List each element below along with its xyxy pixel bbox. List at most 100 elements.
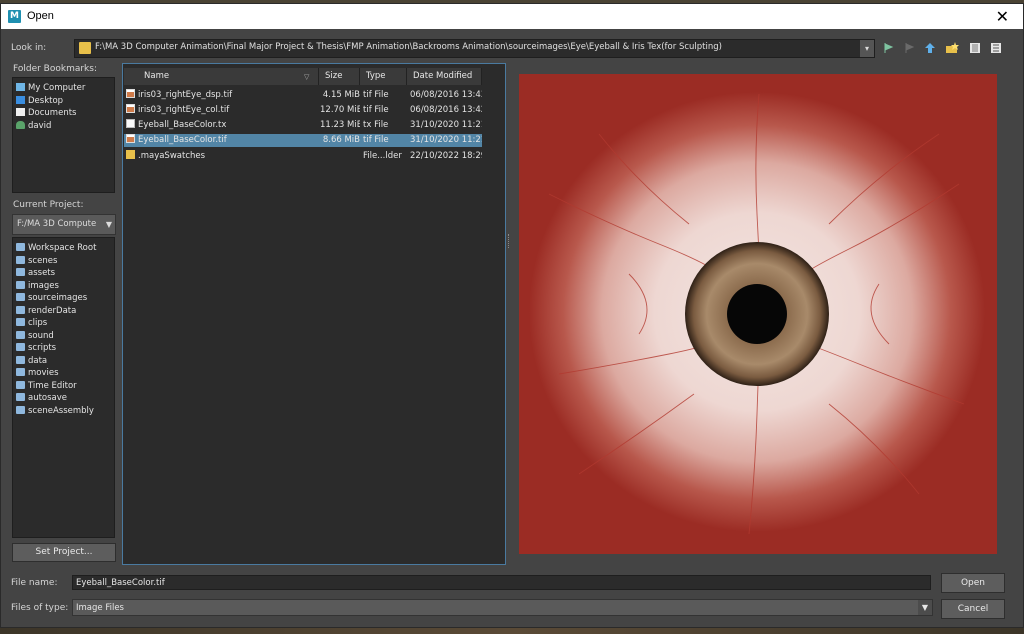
folder-icon	[16, 281, 25, 289]
bookmark-documents[interactable]: Documents	[16, 107, 76, 119]
project-folder-item[interactable]: Workspace Root	[16, 242, 96, 254]
project-folder-item[interactable]: sound	[16, 330, 54, 342]
back-icon[interactable]	[882, 42, 894, 54]
file-size: 11.23 MiB	[320, 120, 360, 130]
project-folder-item[interactable]: scenes	[16, 255, 57, 267]
project-folder-item[interactable]: sourceimages	[16, 292, 87, 304]
project-folder-item[interactable]: assets	[16, 267, 55, 279]
file-size: 4.15 MiB	[322, 90, 360, 100]
documents-icon	[16, 108, 25, 116]
column-header-type[interactable]: Type	[360, 68, 407, 85]
file-name-label: File name:	[11, 578, 58, 588]
chevron-down-icon: ▼	[105, 220, 112, 229]
folder-icon	[16, 306, 25, 314]
file-type: File...lder	[363, 151, 402, 161]
file-type: tif File	[363, 105, 389, 115]
folder-label: movies	[28, 368, 59, 378]
forward-icon[interactable]	[903, 42, 915, 54]
file-list-panel: Name Size Type Date Modified ▽ iris03_ri…	[122, 63, 506, 565]
bookmark-desktop[interactable]: Desktop	[16, 95, 63, 107]
chevron-down-icon: ▼	[918, 600, 932, 615]
up-icon[interactable]	[924, 42, 936, 54]
folder-icon	[16, 243, 25, 251]
bookmark-my-computer[interactable]: My Computer	[16, 82, 85, 94]
set-project-button[interactable]: Set Project...	[12, 543, 116, 562]
new-folder-icon[interactable]	[946, 42, 959, 54]
folder-label: clips	[28, 318, 48, 328]
project-folder-item[interactable]: clips	[16, 317, 47, 329]
project-folder-item[interactable]: movies	[16, 367, 59, 379]
file-row-selected[interactable]: Eyeball_BaseColor.tif 8.66 MiB tif File …	[124, 134, 482, 147]
project-folder-item[interactable]: data	[16, 355, 47, 367]
folder-icon	[16, 381, 25, 389]
file-row[interactable]: iris03_rightEye_dsp.tif 4.15 MiB tif Fil…	[124, 89, 482, 102]
folder-label: sourceimages	[28, 293, 88, 303]
project-folder-item[interactable]: renderData	[16, 305, 76, 317]
bookmark-david[interactable]: david	[16, 120, 51, 132]
look-in-combo[interactable]: F:\MA 3D Computer Animation\Final Major …	[74, 39, 875, 58]
file-date: 06/08/2016 13:43	[410, 90, 482, 100]
folder-label: assets	[28, 268, 56, 278]
folder-label: Workspace Root	[28, 243, 97, 253]
project-folder-item[interactable]: images	[16, 280, 59, 292]
open-dialog: M Open ✕ Look in: F:\MA 3D Computer Anim…	[0, 3, 1024, 628]
list-view-icon[interactable]	[969, 42, 981, 54]
file-size: 12.70 MiB	[320, 105, 360, 115]
detail-view-icon[interactable]	[990, 42, 1002, 54]
file-name: Eyeball_BaseColor.tx	[138, 120, 227, 130]
files-of-type-label: Files of type:	[11, 603, 69, 613]
file-type: tif File	[363, 90, 389, 100]
file-date: 06/08/2016 13:42	[410, 105, 482, 115]
folder-label: data	[28, 356, 48, 366]
folder-icon	[16, 356, 25, 364]
file-date: 31/10/2020 11:21	[410, 120, 482, 130]
project-folder-item[interactable]: sceneAssembly	[16, 405, 94, 417]
current-project-combo[interactable]: F:/MA 3D Compute ▼	[12, 214, 116, 235]
folder-label: images	[28, 281, 59, 291]
folder-icon	[16, 368, 25, 376]
project-folder-item[interactable]: autosave	[16, 392, 67, 404]
folder-icon	[16, 256, 25, 264]
folder-icon	[16, 293, 25, 301]
files-of-type-value: Image Files	[76, 603, 124, 613]
folder-icon	[16, 331, 25, 339]
eyeball-preview-image	[519, 74, 997, 554]
column-header-date[interactable]: Date Modified	[407, 68, 482, 85]
document-icon	[126, 119, 135, 128]
bookmark-label: Desktop	[28, 96, 64, 106]
file-row[interactable]: iris03_rightEye_col.tif 12.70 MiB tif Fi…	[124, 104, 482, 117]
file-date: 31/10/2020 11:21	[410, 135, 482, 145]
bookmark-label: david	[28, 121, 52, 131]
file-row[interactable]: .mayaSwatches File...lder 22/10/2022 18:…	[124, 150, 482, 163]
folder-bookmarks-label: Folder Bookmarks:	[13, 64, 97, 74]
project-folder-item[interactable]: scripts	[16, 342, 56, 354]
title-bar: M Open ✕	[1, 4, 1023, 29]
files-of-type-select[interactable]: Image Files ▼	[72, 599, 933, 616]
folder-label: autosave	[28, 393, 68, 403]
folder-icon	[126, 150, 135, 159]
splitter-handle[interactable]	[508, 234, 511, 248]
bookmarks-panel: My Computer Desktop Documents david	[12, 77, 115, 193]
image-preview	[519, 74, 997, 554]
window-title: Open	[27, 10, 54, 22]
project-folder-item[interactable]: Time Editor	[16, 380, 77, 392]
file-name: iris03_rightEye_dsp.tif	[138, 90, 233, 100]
image-icon	[126, 104, 135, 113]
column-header-size[interactable]: Size	[319, 68, 360, 85]
close-icon[interactable]: ✕	[996, 7, 1009, 26]
folder-icon	[79, 42, 91, 54]
cancel-button[interactable]: Cancel	[941, 599, 1005, 619]
folder-icon	[16, 268, 25, 276]
current-project-label: Current Project:	[13, 200, 84, 210]
file-row[interactable]: Eyeball_BaseColor.tx 11.23 MiB tx File 3…	[124, 119, 482, 132]
chevron-down-icon[interactable]: ▾	[860, 40, 874, 57]
folder-icon	[16, 406, 25, 414]
project-folders-panel: Workspace Root scenes assets images sour…	[12, 237, 115, 538]
folder-label: scenes	[28, 256, 58, 266]
bookmark-label: Documents	[28, 108, 77, 118]
column-header-name[interactable]: Name	[124, 68, 319, 85]
file-name-input[interactable]: Eyeball_BaseColor.tif	[72, 575, 931, 590]
current-project-value: F:/MA 3D Compute	[17, 219, 97, 229]
open-button[interactable]: Open	[941, 573, 1005, 593]
folder-label: Time Editor	[28, 381, 77, 391]
